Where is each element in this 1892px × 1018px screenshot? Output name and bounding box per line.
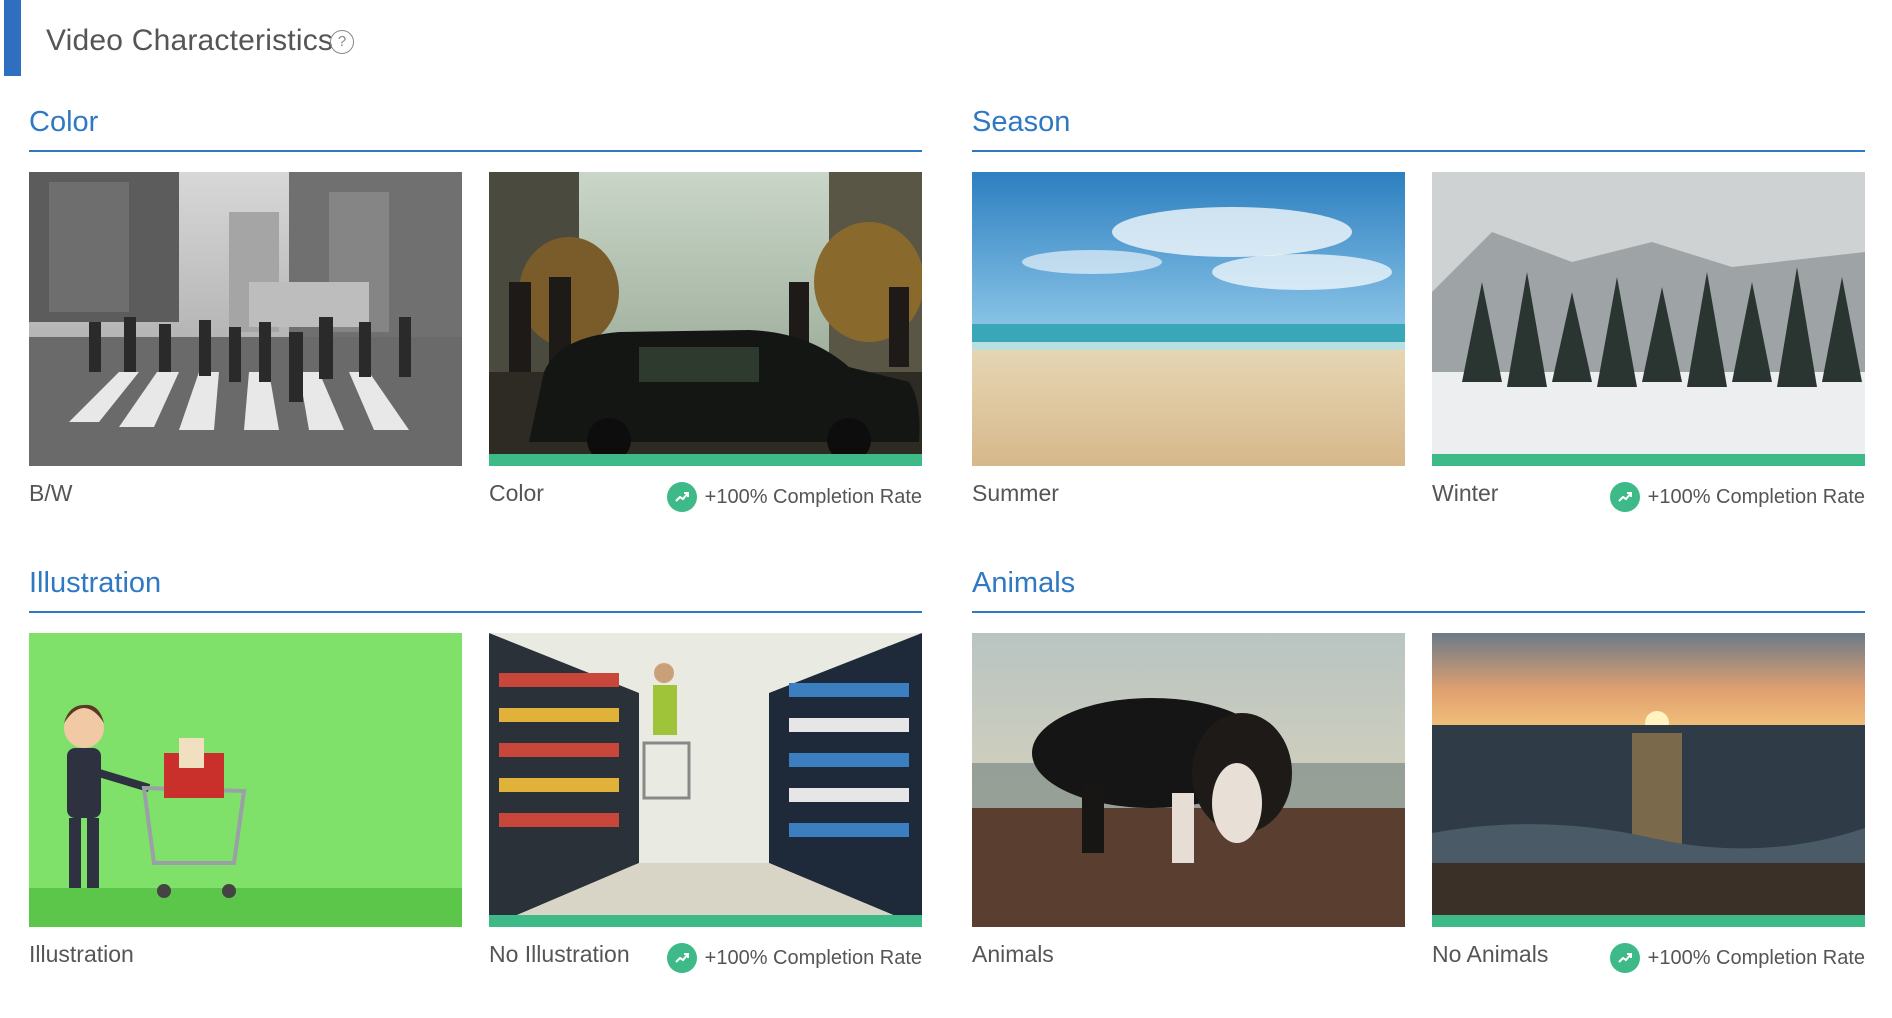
variant-label: Illustration	[29, 941, 134, 967]
completion-rate-badge: +100% Completion Rate	[666, 482, 922, 512]
section-divider	[29, 611, 922, 613]
thumbnail-supermarket-aisle[interactable]	[489, 633, 922, 927]
thumbnail-ocean-sunset[interactable]	[1432, 633, 1865, 927]
variant-label: Summer	[972, 480, 1059, 506]
section-title: Color	[29, 106, 99, 138]
variant-card-illustration[interactable]: Illustration	[29, 633, 462, 973]
winner-indicator-bar	[1432, 454, 1865, 466]
variant-label: No Illustration	[489, 941, 630, 967]
section-divider	[972, 611, 1865, 613]
trending-up-icon	[666, 943, 697, 973]
variant-card-winter[interactable]: Winter +100% Completion Rate	[1432, 172, 1865, 512]
page-title: Video Characteristics	[46, 24, 334, 57]
section-title: Season	[972, 106, 1071, 138]
variant-card-color[interactable]: Color +100% Completion Rate	[489, 172, 922, 512]
thumbnail-color-street[interactable]	[489, 172, 922, 466]
trending-up-icon	[1609, 482, 1640, 512]
section-title: Animals	[972, 567, 1076, 599]
winner-indicator-bar	[489, 454, 922, 466]
variant-card-no-illustration[interactable]: No Illustration +100% Completion Rate	[489, 633, 922, 973]
thumbnail-winter-forest[interactable]	[1432, 172, 1865, 466]
section-divider	[29, 150, 922, 152]
completion-rate-badge: +100% Completion Rate	[666, 943, 922, 973]
trending-up-icon	[666, 482, 697, 512]
completion-rate-text: +100% Completion Rate	[704, 946, 922, 969]
variant-label: Color	[489, 480, 544, 506]
winner-indicator-bar	[1432, 915, 1865, 927]
variant-card-animals[interactable]: Animals	[972, 633, 1405, 973]
section-title: Illustration	[29, 567, 162, 599]
question-circle-icon[interactable]: ?	[330, 30, 354, 54]
completion-rate-badge: +100% Completion Rate	[1609, 943, 1865, 973]
variant-card-bw[interactable]: B/W	[29, 172, 462, 512]
completion-rate-badge: +100% Completion Rate	[1609, 482, 1865, 512]
section-divider	[972, 150, 1865, 152]
variant-label: No Animals	[1432, 941, 1549, 967]
variant-label: Animals	[972, 941, 1054, 967]
completion-rate-text: +100% Completion Rate	[704, 485, 922, 508]
completion-rate-text: +100% Completion Rate	[1647, 946, 1865, 969]
thumbnail-summer-beach[interactable]	[972, 172, 1405, 466]
winner-indicator-bar	[489, 915, 922, 927]
thumbnail-cartoon-shopper[interactable]	[29, 633, 462, 927]
variant-label: Winter	[1432, 480, 1499, 506]
page-header: Video Characteristics ?	[0, 0, 1892, 80]
completion-rate-text: +100% Completion Rate	[1647, 485, 1865, 508]
variant-label: B/W	[29, 480, 73, 506]
header-accent-bar	[4, 0, 21, 76]
variant-card-summer[interactable]: Summer	[972, 172, 1405, 512]
thumbnail-puppy-beach[interactable]	[972, 633, 1405, 927]
variant-card-no-animals[interactable]: No Animals +100% Completion Rate	[1432, 633, 1865, 973]
trending-up-icon	[1609, 943, 1640, 973]
thumbnail-bw-city[interactable]	[29, 172, 462, 466]
